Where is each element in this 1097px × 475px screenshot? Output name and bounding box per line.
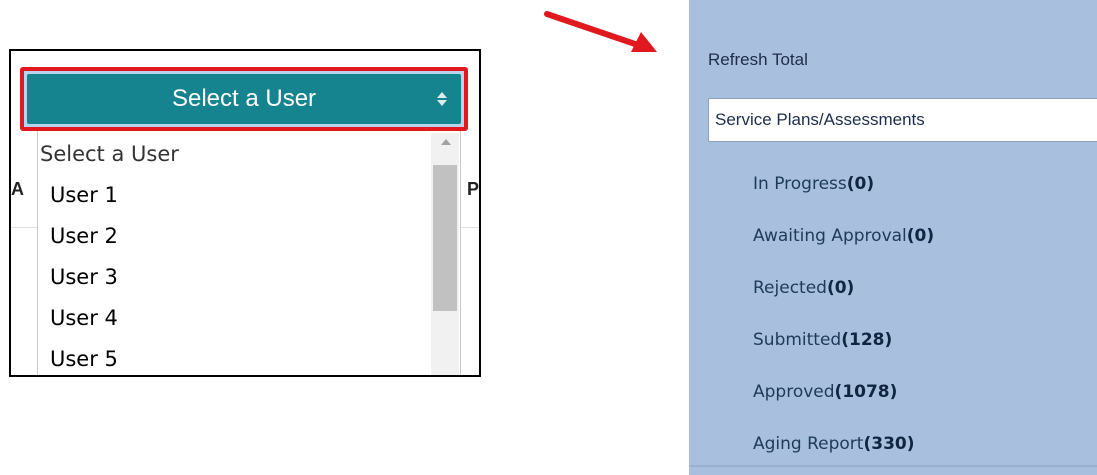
user-option[interactable]: User 4 — [50, 305, 118, 331]
user-select-label: Select a User — [171, 85, 317, 112]
user-option-list[interactable]: Select a User User 1 User 2 User 3 User … — [37, 131, 461, 375]
user-dropdown-crop: A P Select a User Select a User User 1 U… — [9, 49, 481, 377]
category-select[interactable]: Service Plans/Assessments — [708, 98, 1097, 142]
status-count: (1078) — [834, 382, 898, 402]
status-label: Rejected — [753, 278, 827, 298]
screenshot-stage: A P Select a User Select a User User 1 U… — [0, 0, 1097, 475]
status-label: Awaiting Approval — [753, 226, 907, 246]
user-option[interactable]: User 5 — [50, 346, 118, 372]
status-label: Aging Report — [753, 434, 864, 454]
status-label: In Progress — [753, 174, 847, 194]
user-option-placeholder[interactable]: Select a User — [40, 141, 179, 167]
sort-arrows-icon — [437, 92, 447, 106]
scrollbar-thumb[interactable] — [433, 165, 457, 311]
user-option[interactable]: User 3 — [50, 264, 118, 290]
background-column-header-right: P — [466, 179, 479, 199]
status-link-approved[interactable]: Approved(1078) — [753, 382, 897, 402]
status-count: (0) — [826, 278, 855, 298]
user-option[interactable]: User 2 — [50, 223, 118, 249]
status-link-submitted[interactable]: Submitted(128) — [753, 330, 892, 350]
status-link-in-progress[interactable]: In Progress(0) — [753, 174, 874, 194]
chevron-up-icon — [437, 92, 447, 98]
user-select[interactable]: Select a User — [27, 74, 461, 124]
status-link-awaiting-approval[interactable]: Awaiting Approval(0) — [753, 226, 934, 246]
chevron-down-icon — [437, 100, 447, 106]
red-arrow-icon — [544, 11, 657, 52]
status-label: Approved — [753, 382, 835, 402]
user-select-highlight: Select a User — [20, 67, 468, 131]
background-column-header-left: A — [11, 179, 24, 199]
panel-divider — [689, 465, 1097, 467]
status-count: (0) — [846, 174, 875, 194]
option-list-scrollbar[interactable] — [431, 133, 459, 375]
status-count: (330) — [863, 434, 915, 454]
scroll-up-arrow-icon[interactable] — [441, 139, 451, 145]
status-count: (0) — [906, 226, 935, 246]
refresh-total-link[interactable]: Refresh Total — [708, 50, 808, 70]
status-count: (128) — [841, 330, 893, 350]
status-link-aging-report[interactable]: Aging Report(330) — [753, 434, 915, 454]
status-label: Submitted — [753, 330, 842, 350]
user-option[interactable]: User 1 — [50, 182, 118, 208]
status-side-panel: Refresh Total Service Plans/Assessments … — [689, 0, 1097, 475]
status-link-rejected[interactable]: Rejected(0) — [753, 278, 854, 298]
